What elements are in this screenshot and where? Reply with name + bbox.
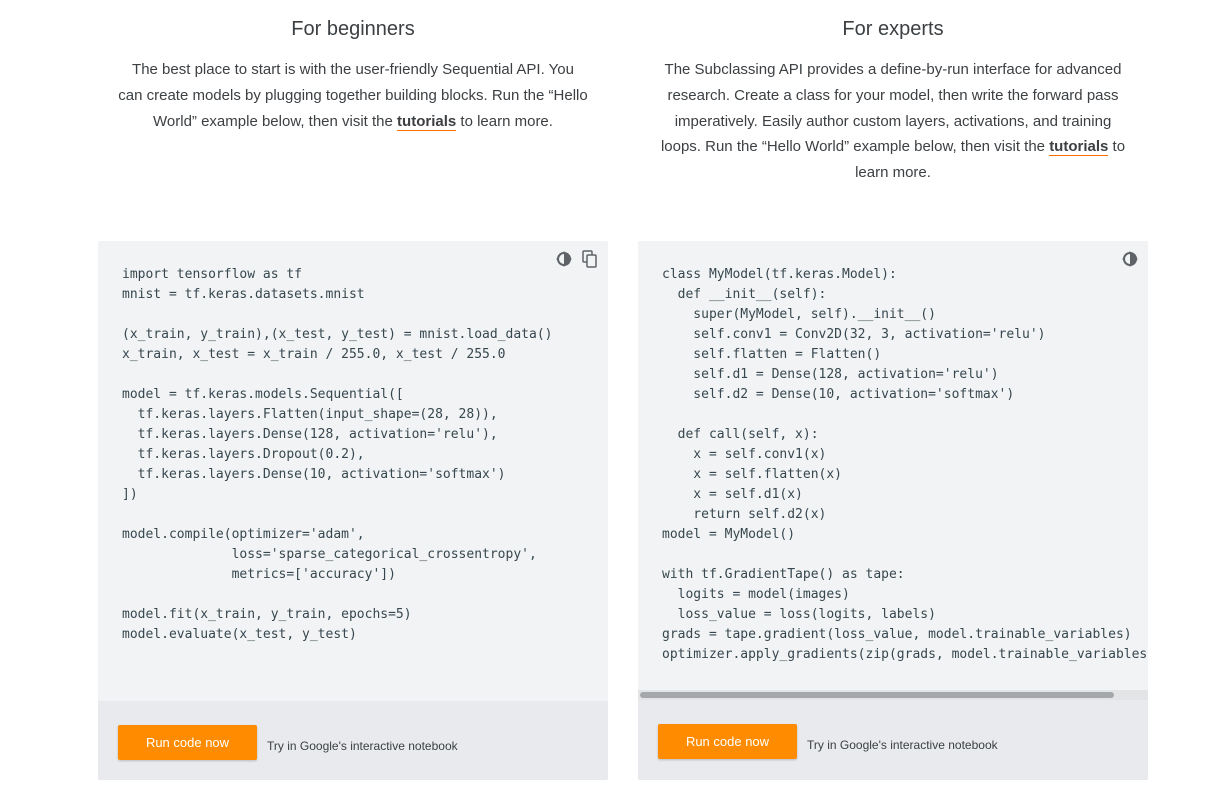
experts-code-block[interactable]: class MyModel(tf.keras.Model): def __ini…: [662, 265, 1148, 665]
experts-run-code-button[interactable]: Run code now: [658, 724, 797, 759]
beginners-description: The best place to start is with the user…: [118, 57, 588, 134]
experts-description: The Subclassing API provides a define-by…: [653, 57, 1133, 186]
experts-code-card: class MyModel(tf.keras.Model): def __ini…: [638, 241, 1148, 780]
experts-card-footer: Run code now Try in Google's interactive…: [638, 700, 1148, 780]
experts-tutorials-link[interactable]: tutorials: [1049, 138, 1109, 157]
beginners-card-footer: Run code now Try in Google's interactive…: [98, 701, 608, 780]
experts-footer-note: Try in Google's interactive notebook: [807, 738, 998, 752]
beginners-code-card: import tensorflow as tf mnist = tf.keras…: [98, 241, 608, 780]
beginners-desc-tail: to learn more.: [456, 112, 553, 130]
beginners-run-code-button[interactable]: Run code now: [118, 725, 257, 760]
beginners-footer-note: Try in Google's interactive notebook: [267, 739, 458, 753]
beginners-heading: For beginners: [291, 18, 415, 40]
experts-scroll-thumb[interactable]: [640, 692, 1114, 698]
experts-heading: For experts: [842, 18, 944, 40]
beginners-tutorials-link[interactable]: tutorials: [397, 112, 457, 131]
beginners-code-block[interactable]: import tensorflow as tf mnist = tf.keras…: [122, 265, 608, 645]
experts-code-scrollbar[interactable]: [638, 690, 1148, 700]
